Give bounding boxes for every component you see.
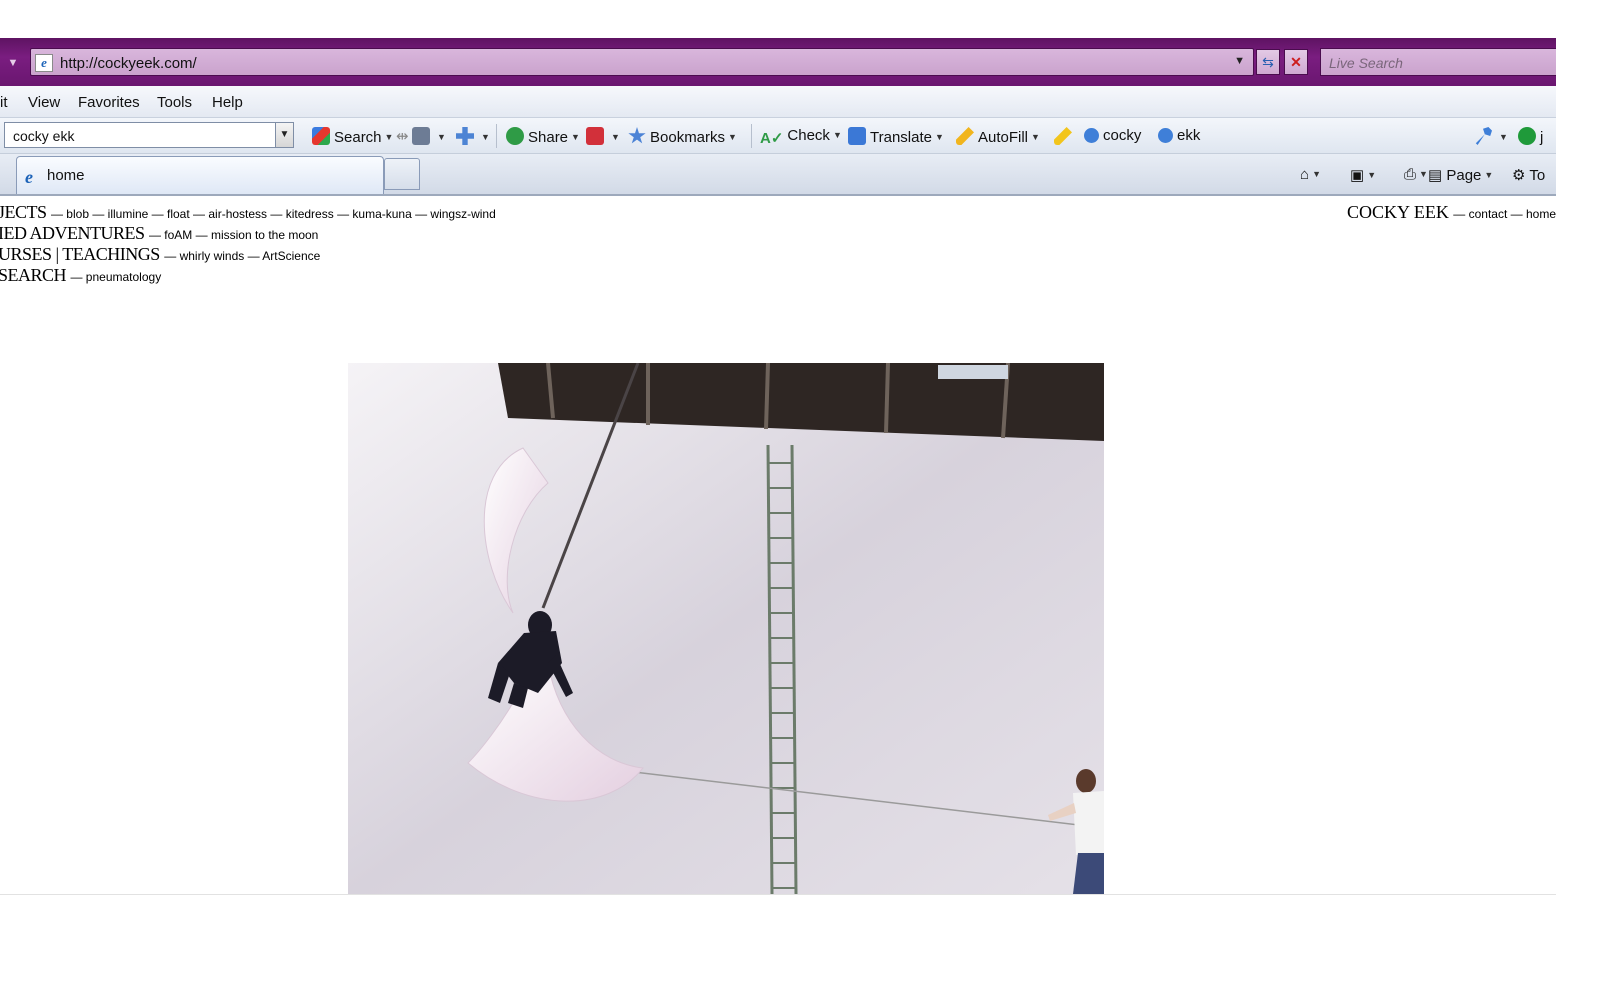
rss-icon: ▣ <box>1350 167 1365 184</box>
print-button[interactable]: ⎙ ▼ <box>1380 166 1428 183</box>
printer-icon: ⎙ <box>1404 166 1417 183</box>
star-icon <box>628 127 646 144</box>
nav-head-courses[interactable]: URSES | TEACHINGS <box>0 244 160 264</box>
nav-head-adventures[interactable]: IED ADVENTURES <box>0 223 145 243</box>
translate-icon <box>848 127 866 145</box>
menu-tools[interactable]: Tools <box>157 94 192 111</box>
back-dropdown-icon[interactable]: ▼ <box>2 53 24 73</box>
popup-blocker-button[interactable]: ▼ <box>586 127 620 146</box>
autofill-label: AutoFill <box>978 129 1029 146</box>
bookmarks-label: Bookmarks <box>650 129 726 146</box>
spell-check-button[interactable]: A✓ Check ▼ <box>760 127 842 147</box>
page-menu-button[interactable]: ▤ Page ▼ <box>1428 166 1493 184</box>
menu-edit[interactable]: it <box>0 94 8 111</box>
google-g-icon <box>312 127 330 145</box>
spellcheck-icon: A✓ <box>760 130 784 147</box>
check-label: Check <box>787 127 830 144</box>
magnifier-icon <box>1084 128 1099 143</box>
site-links[interactable]: — contact — home <box>1453 207 1556 221</box>
page-divider <box>0 894 1556 895</box>
home-button[interactable]: ⌂ ▼ <box>1300 166 1321 183</box>
toolbar-separator <box>496 124 497 148</box>
magnifier-icon <box>1158 128 1173 143</box>
highlight-button[interactable] <box>1054 127 1076 146</box>
status-dot-icon <box>1518 127 1536 145</box>
site-title[interactable]: COCKY EEK <box>1347 202 1449 222</box>
autofill-button[interactable]: AutoFill ▼ <box>956 127 1040 146</box>
page-icon <box>412 127 430 145</box>
url-dropdown-icon[interactable]: ▼ <box>1234 55 1245 67</box>
google-toolbar: cocky ekk ▼ Search ▼ ⇹ ▼ ▼ Share ▼ ▼ Bookm… <box>0 118 1556 154</box>
popup-blocker-icon <box>586 127 604 145</box>
new-tab-button[interactable] <box>384 158 420 190</box>
highlighter-icon <box>1054 127 1072 145</box>
account-label: j <box>1540 129 1544 146</box>
tab-bar: e home ⌂ ▼ ▣ ▼ ⎙ ▼ ▤ Page ▼ ⚙ To <box>0 154 1556 196</box>
menu-view[interactable]: View <box>28 94 60 111</box>
toolbar-search-dropdown-icon[interactable]: ▼ <box>275 123 293 147</box>
account-button[interactable]: j <box>1518 127 1543 146</box>
share-label: Share <box>528 129 569 146</box>
share-icon <box>506 127 524 145</box>
search-term-cocky-label: cocky <box>1103 127 1142 144</box>
grip-icon: ⇹ <box>396 128 409 145</box>
page-menu-icon: ▤ <box>1428 167 1443 184</box>
search-button[interactable]: Search ▼ <box>312 127 393 146</box>
page-icon: e <box>35 54 53 72</box>
translate-button[interactable]: Translate ▼ <box>848 127 944 146</box>
nav-head-projects[interactable]: JECTS <box>0 202 47 222</box>
nav-adventures: IED ADVENTURES — foAM — mission to the m… <box>0 223 318 244</box>
pencil-icon <box>956 127 974 145</box>
address-bar: ▼ e http://cockyeek.com/ ▼ ⇆ ✕ Live Sear… <box>0 38 1556 86</box>
live-search-placeholder: Live Search <box>1329 55 1403 71</box>
url-text[interactable]: http://cockyeek.com/ <box>60 55 197 72</box>
stop-icon[interactable]: ✕ <box>1284 49 1308 75</box>
menu-help[interactable]: Help <box>212 94 243 111</box>
menu-bar: it View Favorites Tools Help <box>0 86 1556 118</box>
tools-menu-label: To <box>1529 167 1546 184</box>
nav-links-research[interactable]: — pneumatology <box>70 270 161 284</box>
live-search-input[interactable]: Live Search <box>1320 48 1556 76</box>
add-button[interactable]: ▼ <box>456 127 490 146</box>
nav-links-projects[interactable]: — blob — illumine — float — air-hostess … <box>51 207 496 221</box>
tab-title: home <box>47 167 85 184</box>
nav-projects: JECTS — blob — illumine — float — air-ho… <box>0 202 496 223</box>
home-icon: ⌂ <box>1300 166 1310 183</box>
search-button-label: Search <box>334 129 382 146</box>
feeds-button[interactable]: ▣ ▼ <box>1326 166 1376 184</box>
gear-icon: ⚙ <box>1512 167 1526 184</box>
wrench-icon <box>1475 127 1492 145</box>
skylight <box>938 365 1008 379</box>
page-menu-label: Page <box>1446 167 1482 184</box>
url-field[interactable]: e http://cockyeek.com/ ▼ <box>30 48 1254 76</box>
nav-courses: URSES | TEACHINGS — whirly winds — ArtSc… <box>0 244 320 265</box>
toolbar-search-input[interactable]: cocky ekk ▼ <box>4 122 294 148</box>
share-button[interactable]: Share ▼ <box>506 127 580 146</box>
menu-favorites[interactable]: Favorites <box>78 94 140 111</box>
plus-icon <box>456 127 474 145</box>
wrench-button[interactable]: ▼ <box>1474 127 1508 146</box>
toolbar-separator <box>751 124 752 148</box>
refresh-icon[interactable]: ⇆ <box>1256 49 1280 75</box>
search-term-ekk[interactable]: ekk <box>1158 127 1200 144</box>
translate-label: Translate <box>870 129 932 146</box>
hero-photo <box>348 363 1104 894</box>
nav-links-courses[interactable]: — whirly winds — ArtScience <box>164 249 320 263</box>
toolbar-search-value[interactable]: cocky ekk <box>13 128 74 144</box>
tab-home[interactable]: e home <box>16 156 384 194</box>
ie-icon: e <box>25 167 33 187</box>
search-term-ekk-label: ekk <box>1177 127 1201 144</box>
browser-window: ▼ e http://cockyeek.com/ ▼ ⇆ ✕ Live Sear… <box>0 0 1600 995</box>
hero-photo-illustration <box>348 363 1104 894</box>
nav-head-research[interactable]: SEARCH <box>0 265 67 285</box>
nav-research: SEARCH — pneumatology <box>0 265 161 286</box>
page-rank-button[interactable]: ▼ <box>412 127 446 146</box>
tools-menu-button[interactable]: ⚙ To <box>1512 166 1545 184</box>
site-brand: COCKY EEK — contact — home <box>1347 202 1556 223</box>
search-term-cocky[interactable]: cocky <box>1084 127 1141 144</box>
nav-links-adventures[interactable]: — foAM — mission to the moon <box>149 228 318 242</box>
bookmarks-button[interactable]: Bookmarks ▼ <box>628 127 737 146</box>
